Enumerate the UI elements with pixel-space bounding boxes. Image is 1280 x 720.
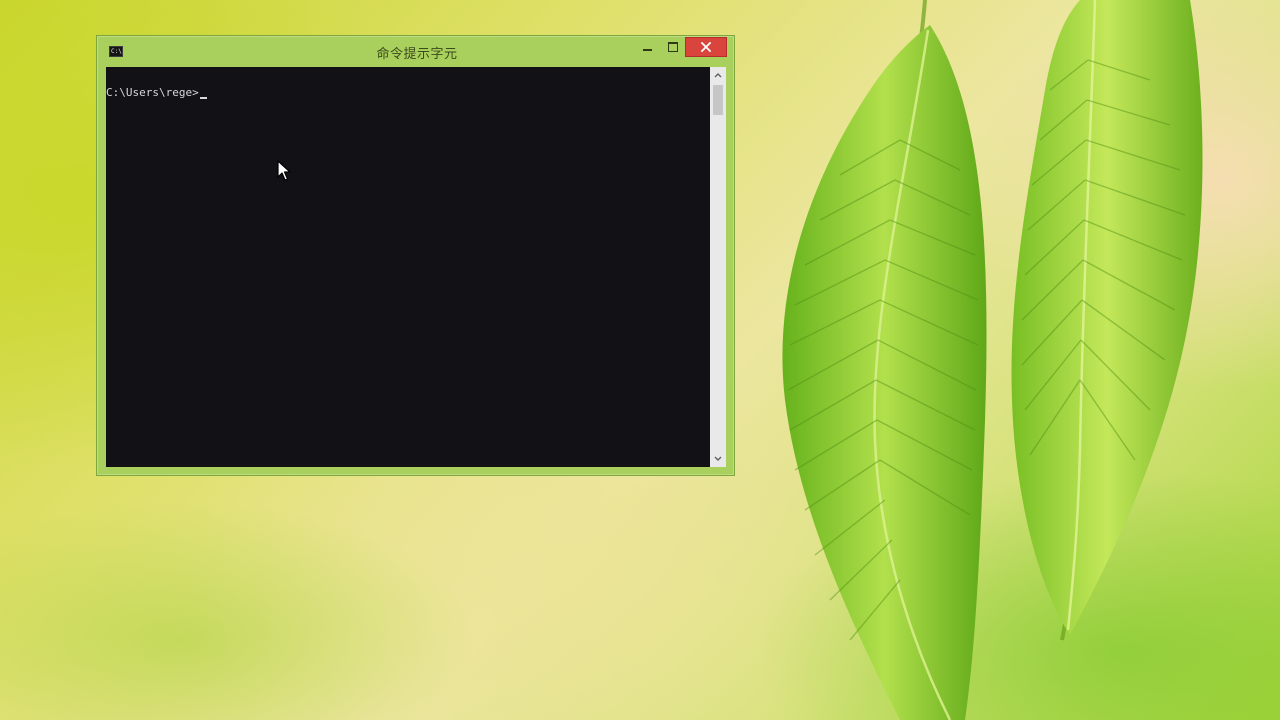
- window-title: 命令提示字元: [376, 47, 458, 62]
- maximize-button[interactable]: [661, 37, 685, 57]
- minimize-icon: [642, 49, 652, 51]
- chevron-down-icon: [714, 456, 722, 461]
- console-icon[interactable]: C:\: [109, 46, 123, 57]
- close-icon: [701, 42, 711, 52]
- text-cursor: [199, 97, 207, 99]
- scroll-thumb[interactable]: [713, 85, 723, 115]
- title-bar[interactable]: C:\ 命令提示字元: [97, 36, 734, 67]
- scroll-down-button[interactable]: [710, 451, 726, 467]
- chevron-up-icon: [714, 73, 722, 78]
- minimize-button[interactable]: [635, 37, 659, 57]
- mouse-pointer-icon: [277, 160, 291, 181]
- prompt-line: C:\Users\rege>: [106, 86, 207, 100]
- console-output-area[interactable]: C:\Users\rege>: [106, 67, 710, 467]
- vertical-scrollbar[interactable]: [710, 67, 726, 467]
- close-button[interactable]: [685, 37, 727, 57]
- maximize-icon: [668, 42, 678, 52]
- prompt-text: C:\Users\rege>: [106, 86, 199, 99]
- command-prompt-window[interactable]: C:\ 命令提示字元 C:\Users\rege>: [96, 35, 735, 476]
- scroll-up-button[interactable]: [710, 67, 726, 83]
